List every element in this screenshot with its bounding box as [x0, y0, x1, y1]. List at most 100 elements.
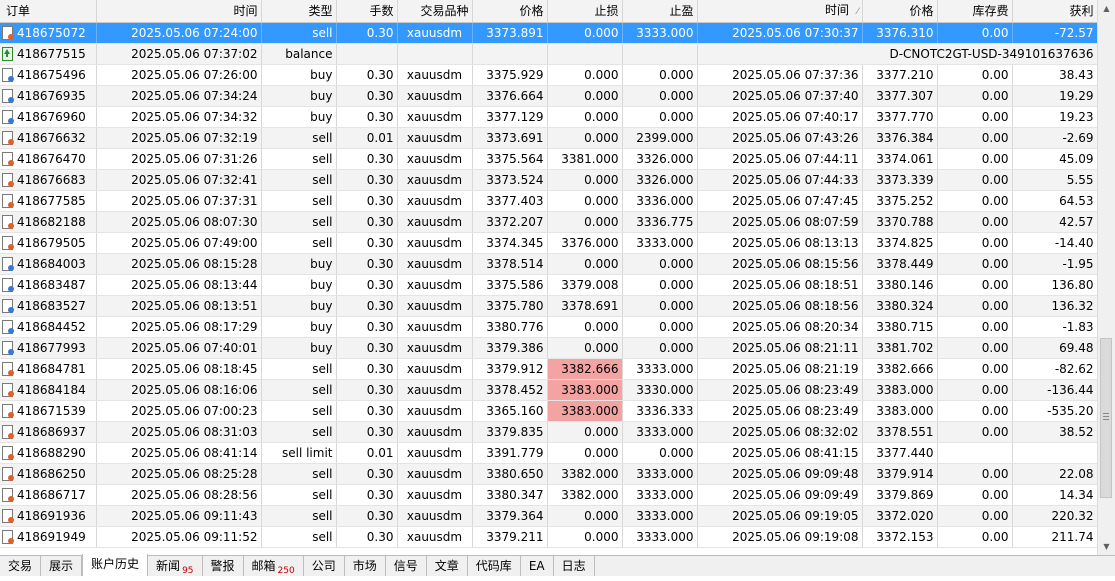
tab-2[interactable]: 账户历史 — [82, 554, 149, 576]
sell-order-icon — [2, 530, 14, 544]
close-price-cell: 3370.788 — [862, 211, 938, 233]
profit-cell: 211.74 — [1012, 526, 1097, 548]
table-row[interactable]: 418676683 2025.05.06 07:32:41 sell 0.30 xauu… — [0, 169, 1097, 191]
close-time-cell: 2025.05.06 08:41:15 — [697, 442, 863, 464]
table-row[interactable]: 418684781 2025.05.06 08:18:45 sell 0.30 xauu… — [0, 358, 1097, 380]
col-header-close-time[interactable]: 时间 ⁄ — [697, 0, 863, 23]
table-row[interactable]: 418679505 2025.05.06 07:49:00 sell 0.30 xauu… — [0, 232, 1097, 254]
table-row[interactable]: 418691936 2025.05.06 09:11:43 sell 0.30 xauu… — [0, 505, 1097, 527]
col-header-close-price[interactable]: 价格 — [862, 0, 938, 23]
tab-4[interactable]: 警报 — [203, 556, 244, 576]
col-header-stop-loss[interactable]: 止损 — [547, 0, 623, 23]
take-profit-cell: 3336.333 — [622, 400, 698, 422]
grip-icon — [1103, 413, 1109, 414]
open-price-cell: 3391.779 — [472, 442, 548, 464]
type-cell: sell — [261, 463, 337, 485]
lots-cell: 0.01 — [336, 127, 398, 149]
symbol-cell: xauusdm — [397, 106, 473, 128]
tab-5[interactable]: 邮箱 250 — [244, 556, 304, 576]
tab-label: 市场 — [352, 559, 377, 573]
lots-cell: 0.30 — [336, 85, 398, 107]
table-row[interactable]: 418675496 2025.05.06 07:26:00 buy 0.30 xauus… — [0, 64, 1097, 86]
tab-label: EA — [528, 559, 545, 573]
stop-loss-cell: 0.000 — [547, 22, 623, 44]
table-row[interactable]: 418671539 2025.05.06 07:00:23 sell 0.30 xauu… — [0, 400, 1097, 422]
order-cell: 418686250 — [0, 463, 97, 485]
scrollbar-thumb[interactable] — [1100, 338, 1112, 498]
tab-7[interactable]: 市场 — [345, 556, 386, 576]
table-row[interactable]: 418683527 2025.05.06 08:13:51 buy 0.30 xauus… — [0, 295, 1097, 317]
take-profit-cell: 0.000 — [622, 106, 698, 128]
open-price-cell: 3380.650 — [472, 463, 548, 485]
lots-cell: 0.30 — [336, 148, 398, 170]
table-row[interactable]: 418682188 2025.05.06 08:07:30 sell 0.30 xauu… — [0, 211, 1097, 233]
table-row[interactable]: 418688290 2025.05.06 08:41:14 sell limit 0.… — [0, 442, 1097, 464]
table-row[interactable]: 418677585 2025.05.06 07:37:31 sell 0.30 xauu… — [0, 190, 1097, 212]
profit-cell: 5.55 — [1012, 169, 1097, 191]
tab-6[interactable]: 公司 — [304, 556, 345, 576]
tab-10[interactable]: 代码库 — [468, 556, 521, 576]
table-row[interactable]: 418676470 2025.05.06 07:31:26 sell 0.30 xauu… — [0, 148, 1097, 170]
table-row[interactable]: 418676632 2025.05.06 07:32:19 sell 0.01 xauu… — [0, 127, 1097, 149]
grip-icon — [1103, 416, 1109, 417]
col-header-order[interactable]: 订单 — [0, 0, 97, 23]
order-number: 418676960 — [17, 110, 86, 124]
table-row[interactable]: 418684003 2025.05.06 08:15:28 buy 0.30 xauus… — [0, 253, 1097, 275]
col-header-symbol[interactable]: 交易品种 — [397, 0, 473, 23]
tab-3[interactable]: 新闻 95 — [148, 556, 203, 576]
table-row[interactable]: 418676935 2025.05.06 07:34:24 buy 0.30 xauus… — [0, 85, 1097, 107]
table-row[interactable]: 418677993 2025.05.06 07:40:01 buy 0.30 xauus… — [0, 337, 1097, 359]
lots-cell: 0.01 — [336, 442, 398, 464]
open-time-cell: 2025.05.06 07:24:00 — [96, 22, 262, 44]
profit-cell — [1012, 442, 1097, 464]
table-row[interactable]: 418684452 2025.05.06 08:17:29 buy 0.30 xauus… — [0, 316, 1097, 338]
symbol-cell: xauusdm — [397, 421, 473, 443]
profit-cell: 19.29 — [1012, 85, 1097, 107]
col-header-swap[interactable]: 库存费 — [937, 0, 1013, 23]
tab-0[interactable]: 交易 — [0, 556, 42, 576]
close-time-cell: 2025.05.06 07:44:33 — [697, 169, 863, 191]
col-header-open-price[interactable]: 价格 — [472, 0, 548, 23]
swap-cell: 0.00 — [937, 463, 1013, 485]
table-row[interactable]: 418677515 2025.05.06 07:37:02 balance D-CNO… — [0, 43, 1097, 65]
order-number: 418684781 — [17, 362, 86, 376]
order-cell: 418677515 — [0, 43, 97, 65]
tab-12[interactable]: 日志 — [554, 556, 595, 576]
order-cell: 418679505 — [0, 232, 97, 254]
table-row[interactable]: 418691949 2025.05.06 09:11:52 sell 0.30 xauu… — [0, 526, 1097, 548]
scroll-down-arrow-icon[interactable]: ▼ — [1098, 538, 1115, 555]
close-price-cell: 3383.000 — [862, 379, 938, 401]
type-cell: sell — [261, 484, 337, 506]
symbol-cell: xauusdm — [397, 316, 473, 338]
symbol-cell: xauusdm — [397, 379, 473, 401]
col-header-type[interactable]: 类型 — [261, 0, 337, 23]
stop-loss-cell: 3376.000 — [547, 232, 623, 254]
col-header-profit[interactable]: 获利 — [1012, 0, 1097, 23]
vertical-scrollbar[interactable]: ▲ ▼ — [1097, 0, 1115, 555]
scroll-up-arrow-icon[interactable]: ▲ — [1098, 0, 1115, 17]
symbol-cell: xauusdm — [397, 463, 473, 485]
tab-11[interactable]: EA — [521, 556, 554, 576]
tab-9[interactable]: 文章 — [427, 556, 468, 576]
stop-loss-cell: 0.000 — [547, 442, 623, 464]
open-price-cell: 3377.403 — [472, 190, 548, 212]
table-row[interactable]: 418686250 2025.05.06 08:25:28 sell 0.30 xauu… — [0, 463, 1097, 485]
tab-1[interactable]: 展示 — [41, 556, 83, 576]
swap-cell: 0.00 — [937, 526, 1013, 548]
table-row[interactable]: 418684184 2025.05.06 08:16:06 sell 0.30 xauu… — [0, 379, 1097, 401]
col-header-take-profit[interactable]: 止盈 — [622, 0, 698, 23]
col-header-open-time[interactable]: 时间 — [96, 0, 262, 23]
comment-cell: D-CNOTC2GT-USD-349101637636 — [697, 43, 1097, 65]
order-number: 418688290 — [17, 446, 86, 460]
table-row[interactable]: 418683487 2025.05.06 08:13:44 buy 0.30 xauus… — [0, 274, 1097, 296]
table-row[interactable]: 418676960 2025.05.06 07:34:32 buy 0.30 xauus… — [0, 106, 1097, 128]
open-price-cell: 3379.912 — [472, 358, 548, 380]
close-time-cell: 2025.05.06 08:23:49 — [697, 400, 863, 422]
table-row[interactable]: 418686937 2025.05.06 08:31:03 sell 0.30 xauu… — [0, 421, 1097, 443]
table-row[interactable]: 418675072 2025.05.06 07:24:00 sell 0.30 xauu… — [0, 22, 1097, 44]
symbol-cell: xauusdm — [397, 484, 473, 506]
close-time-cell: 2025.05.06 08:21:11 — [697, 337, 863, 359]
col-header-lots[interactable]: 手数 — [336, 0, 398, 23]
table-row[interactable]: 418686717 2025.05.06 08:28:56 sell 0.30 xauu… — [0, 484, 1097, 506]
tab-8[interactable]: 信号 — [386, 556, 427, 576]
